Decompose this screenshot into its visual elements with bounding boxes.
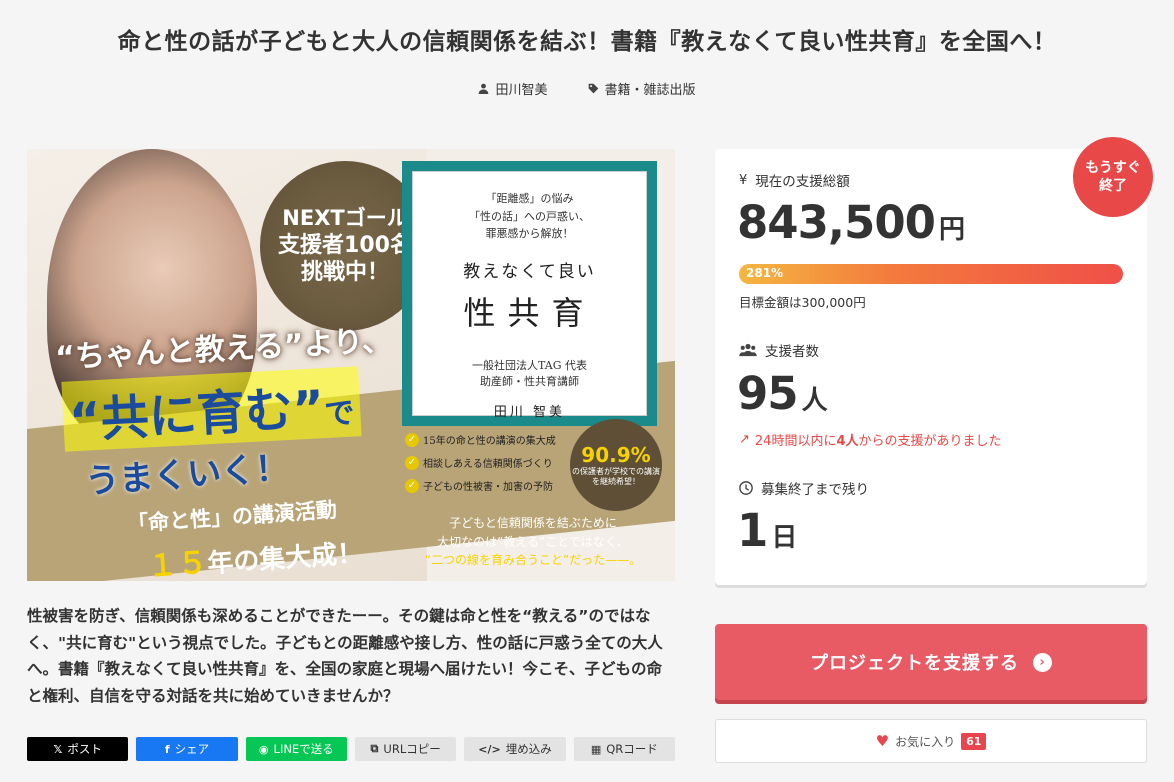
book-author-role-2: 助産師・性共育講師	[480, 375, 579, 389]
chevron-right-icon: ›	[1033, 652, 1052, 672]
embed-button[interactable]: </> 埋め込み	[464, 737, 566, 761]
survey-badge: 90.9% の保護者が学校での講演を継続希望！	[570, 419, 662, 511]
goal-amount: 目標金額は300,000円	[739, 295, 866, 310]
ending-soon-line-2: 終了	[1099, 178, 1127, 194]
support-button-label: プロジェクトを支援する	[810, 653, 1019, 674]
code-icon: </>	[478, 742, 501, 756]
total-amount-label: ¥ 現在の支援総額	[739, 170, 850, 191]
check-item: ✓ 15年の命と性の講演の集大成	[405, 432, 580, 447]
hero-bottom-text: 子どもと信頼関係を結ぶために 大切なのは“教える”ことではなく、 “二つの線を育…	[402, 514, 664, 570]
line-icon: ◉	[258, 742, 269, 756]
check-icon: ✓	[405, 478, 419, 493]
survey-percent: 90.9%	[581, 442, 651, 467]
tag-icon	[588, 83, 598, 94]
project-description: 性被害を防ぎ、信頼関係も深めることができたーー。その鍵は命と性を“教える”のでは…	[27, 607, 663, 705]
trend-count: 4人	[836, 434, 859, 449]
owner-link[interactable]: 田川智美	[478, 79, 548, 98]
total-amount-unit: 円	[938, 215, 965, 245]
share-facebook-button[interactable]: f シェア	[136, 737, 238, 761]
x-icon: 𝕏	[53, 742, 63, 756]
survey-text: の保護者が学校での講演を継続希望！	[572, 466, 660, 486]
book-tagline-1: 「距離感」の悩み	[485, 192, 574, 205]
trend-suffix: からの支援がありました	[858, 434, 1002, 449]
remaining-unit: 日	[771, 523, 798, 553]
ending-soon-line-1: もうすぐ	[1085, 159, 1141, 176]
book-author: 田川 智美	[493, 404, 566, 420]
recent-support-notice: ↗ 24時間以内に4人からの支援がありました	[739, 430, 1002, 449]
share-x-label: ポスト	[67, 742, 102, 756]
book-cover: 「距離感」の悩み 「性の話」への戸惑い、 罪悪感から解放！ 教えなくて良い 性共…	[402, 161, 657, 426]
users-icon	[739, 343, 757, 357]
hero-bottom-line-3: “二つの線を育み合うこと”だった——。	[424, 553, 642, 568]
funding-progress-bar: 281%	[739, 264, 1123, 284]
hero-bottom-line-2: 大切なのは“教える”ことではなく、	[437, 534, 629, 549]
remaining-label-text: 募集終了まで残り	[761, 482, 869, 498]
url-copy-label: URLコピー	[383, 742, 441, 756]
clock-icon	[739, 481, 753, 495]
remaining-days: 1日	[737, 504, 797, 557]
feature-checklist: ✓ 15年の命と性の講演の集大成 ✓ 相談しあえる信頼関係づくり ✓ 子どもの性被害・…	[405, 432, 580, 501]
favorite-label: お気に入り	[895, 734, 956, 749]
next-goal-line1: NEXTゴール	[282, 206, 408, 231]
yen-icon: ¥	[739, 172, 748, 188]
total-amount-value: 843,500	[737, 196, 936, 249]
check-icon: ✓	[405, 432, 419, 447]
hero-bottom-line-1: 子どもと信頼関係を結ぶために	[449, 516, 617, 530]
share-line-button[interactable]: ◉ LINEで送る	[245, 737, 347, 761]
check-item: ✓ 相談しあえる信頼関係づくり	[405, 455, 580, 470]
trending-up-icon: ↗	[739, 432, 750, 447]
category-name: 書籍・雑誌出版	[604, 83, 696, 98]
heart-icon: ♥	[875, 732, 890, 750]
share-buttons: 𝕏 ポスト f シェア ◉ LINEで送る ⧉ URLコピー </> 埋め込み ▦ QRコー…	[27, 737, 675, 761]
share-line-label: LINEで送る	[273, 742, 334, 756]
supporters-unit: 人	[801, 386, 828, 416]
category-link[interactable]: 書籍・雑誌出版	[588, 79, 696, 98]
favorite-button[interactable]: ♥ お気に入り 61	[715, 719, 1147, 763]
total-amount-label-text: 現在の支援総額	[755, 174, 850, 190]
supporters-label: 支援者数	[739, 340, 819, 360]
next-goal-line3: 挑戦中！	[300, 260, 389, 286]
book-tagline-2: 「性の話」への戸惑い、	[469, 209, 590, 223]
remaining-label: 募集終了まで残り	[739, 478, 869, 498]
hero-text-2-suffix: で	[323, 395, 356, 433]
qr-code-button[interactable]: ▦ QRコード	[573, 737, 675, 761]
check-text: 相談しあえる信頼関係づくり	[423, 459, 553, 470]
facebook-icon: f	[164, 742, 170, 756]
total-amount: 843,500 円	[737, 196, 965, 249]
owner-name: 田川智美	[495, 83, 548, 98]
supporters-value: 95	[737, 367, 799, 420]
check-text: 15年の命と性の講演の集大成	[423, 436, 556, 447]
support-project-button[interactable]: プロジェクトを支援する ›	[715, 624, 1147, 700]
project-meta: 田川智美 書籍・雑誌出版	[0, 79, 1174, 98]
qr-code-label: QRコード	[606, 742, 658, 756]
check-icon: ✓	[405, 455, 419, 470]
book-title: 性共育	[463, 293, 596, 332]
progress-percent: 281%	[746, 266, 784, 280]
check-item: ✓ 子どもの性被害・加害の予防	[405, 478, 580, 493]
copy-icon: ⧉	[370, 742, 379, 755]
page-title: 命と性の話が子どもと大人の信頼関係を結ぶ！書籍『教えなくて良い性共育』を全国へ！	[117, 29, 1057, 55]
supporters-count: 95 人	[737, 367, 828, 420]
user-icon	[479, 83, 489, 94]
remaining-value: 1	[737, 504, 768, 557]
qr-icon: ▦	[590, 742, 602, 756]
trend-prefix: 24時間以内に	[754, 434, 837, 449]
ending-soon-badge: もうすぐ 終了	[1073, 137, 1153, 217]
book-subtitle: 教えなくて良い	[463, 261, 596, 282]
share-x-button[interactable]: 𝕏 ポスト	[27, 737, 129, 761]
url-copy-button[interactable]: ⧉ URLコピー	[354, 737, 457, 761]
check-text: 子どもの性被害・加害の予防	[423, 482, 553, 493]
book-tagline-3: 罪悪感から解放！	[485, 227, 574, 241]
book-author-role-1: 一般社団法人TAG 代表	[472, 358, 587, 372]
share-facebook-label: シェア	[174, 742, 210, 756]
funding-stats-card: ¥ 現在の支援総額 843,500 円 281% 目標金額は300,000円 支援…	[715, 149, 1147, 585]
book-author-roles: 一般社団法人TAG 代表 助産師・性共育講師	[472, 358, 587, 391]
favorite-count: 61	[961, 732, 987, 750]
project-hero-image: NEXTゴール 支援者100名 挑戦中！ “ちゃんと教える”より、 “共に育む”…	[27, 149, 675, 581]
book-tagline: 「距離感」の悩み 「性の話」への戸惑い、 罪悪感から解放！	[469, 190, 590, 243]
hero-text-5-num: １５	[146, 545, 209, 581]
embed-label: 埋め込み	[505, 742, 552, 756]
supporters-label-text: 支援者数	[765, 344, 819, 360]
next-goal-line2: 支援者100名	[278, 232, 412, 258]
